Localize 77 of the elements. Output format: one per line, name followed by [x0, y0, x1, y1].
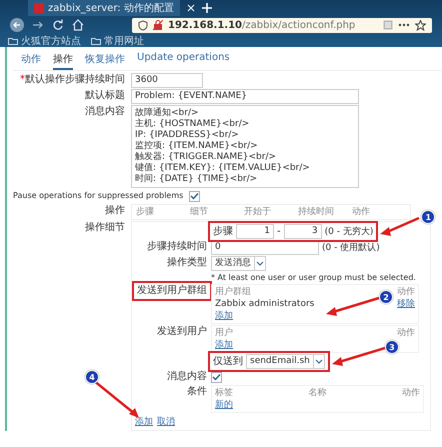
- column-header: 用户群组: [215, 286, 251, 298]
- browser-tab[interactable]: zabbix_server: 动作的配置: [28, 0, 180, 16]
- address-bar[interactable]: 192.168.1.10/zabbix/actionconf.php: [132, 18, 432, 32]
- input-field[interactable]: 3600: [131, 73, 203, 88]
- tab[interactable]: 动作: [21, 50, 41, 70]
- field-label: *默认操作步骤持续时间: [19, 73, 125, 87]
- back-icon[interactable]: [10, 18, 24, 32]
- caret-icon[interactable]: [315, 360, 322, 364]
- column-header: 动作: [397, 327, 415, 339]
- checkbox-label: Pause operations for suppressed problems: [13, 190, 184, 202]
- star-icon[interactable]: [415, 20, 426, 30]
- number-badge: 3: [384, 340, 399, 354]
- close-icon[interactable]: [187, 4, 194, 12]
- arrow: [326, 296, 380, 316]
- number-badge: 1: [421, 210, 436, 224]
- field-label: 默认标题: [84, 89, 125, 103]
- column-header: 名称: [308, 387, 326, 399]
- field-label: 发送到用户: [156, 325, 207, 339]
- tab[interactable]: 恢复操作: [85, 50, 125, 70]
- remove-link[interactable]: 移除: [397, 298, 415, 310]
- column-header: 动作: [352, 206, 371, 218]
- column-header: 持续时间: [298, 206, 335, 218]
- more-icon[interactable]: [398, 24, 410, 26]
- folder-icon: [91, 36, 101, 45]
- hint-text: (0 - 无穷大): [324, 226, 374, 238]
- folder-icon: [8, 36, 18, 45]
- arrow: [332, 346, 386, 366]
- action-link[interactable]: 添加: [135, 416, 153, 428]
- field-label: 操作: [104, 204, 125, 218]
- dash-text: -: [277, 226, 281, 237]
- site-icon: [34, 3, 44, 13]
- select-field[interactable]: 发送消息: [211, 256, 255, 271]
- column-header: 步骤: [136, 206, 155, 218]
- tab[interactable]: Update operations: [137, 50, 230, 70]
- field-label: 操作细节: [84, 221, 125, 235]
- shield-icon: [138, 20, 148, 30]
- input-field[interactable]: 3: [284, 224, 322, 239]
- column-header: 动作: [402, 387, 420, 399]
- column-header: 动作: [397, 286, 415, 298]
- field-label: 步骤: [213, 224, 233, 238]
- arrow: [380, 216, 420, 236]
- caret-icon[interactable]: [256, 262, 264, 266]
- bookmark[interactable]: 火狐官方站点: [8, 34, 81, 48]
- lock-warning-icon: [153, 20, 163, 30]
- column-header: 标签: [215, 387, 233, 399]
- plus-icon[interactable]: [202, 3, 212, 13]
- tab[interactable]: 操作: [53, 50, 73, 70]
- reload-icon[interactable]: [53, 20, 63, 30]
- field-label: 发送到用户群组: [137, 284, 207, 298]
- field-label: 操作类型: [166, 256, 207, 270]
- checkbox[interactable]: [189, 190, 200, 202]
- input-field[interactable]: 1: [236, 224, 274, 239]
- field-label: 消息内容: [166, 370, 207, 384]
- bookmark[interactable]: 常用网址: [91, 34, 144, 48]
- hint-text: (0 - 使用默认): [322, 242, 380, 254]
- field-label: 仅送到: [213, 354, 243, 368]
- input-field[interactable]: Problem: {EVENT.NAME}: [131, 89, 359, 104]
- number-badge: 2: [379, 290, 393, 304]
- forward-icon[interactable]: [32, 21, 43, 29]
- number-badge: 4: [85, 370, 99, 384]
- action-link[interactable]: 取消: [157, 416, 175, 428]
- column-header: 细节: [190, 206, 209, 218]
- add-link[interactable]: 新的: [215, 399, 233, 411]
- home-icon[interactable]: [72, 19, 84, 31]
- checkbox[interactable]: [211, 372, 222, 382]
- add-link[interactable]: 添加: [215, 310, 233, 322]
- note-text: * At least one user or user group must be selected.: [211, 272, 416, 283]
- message-field[interactable]: 故障通知<br/> 主机: {HOSTNAME}<br/> IP: {IPADDRESS}<br/> 监控项: {ITEM.NAME}<br/> 触发器: {TRIGGER.NAME}<br/> 键值: {ITEM.KEY}: {ITEM.VALUE}<br/> 时间: {DATE} {TIME}<br/>: [131, 105, 359, 188]
- field-label: 消息内容: [84, 105, 125, 119]
- field-label: 步骤持续时间: [146, 240, 207, 254]
- field-label: 条件: [186, 385, 207, 399]
- column-header: 开始于: [244, 206, 272, 218]
- table-cell: Zabbix administrators: [215, 298, 314, 310]
- add-link[interactable]: 添加: [215, 339, 233, 351]
- column-header: 用户: [215, 327, 233, 339]
- select-field[interactable]: sendEmail.sh: [246, 354, 314, 369]
- url-text: 192.168.1.10/zabbix/actionconf.php: [168, 20, 356, 30]
